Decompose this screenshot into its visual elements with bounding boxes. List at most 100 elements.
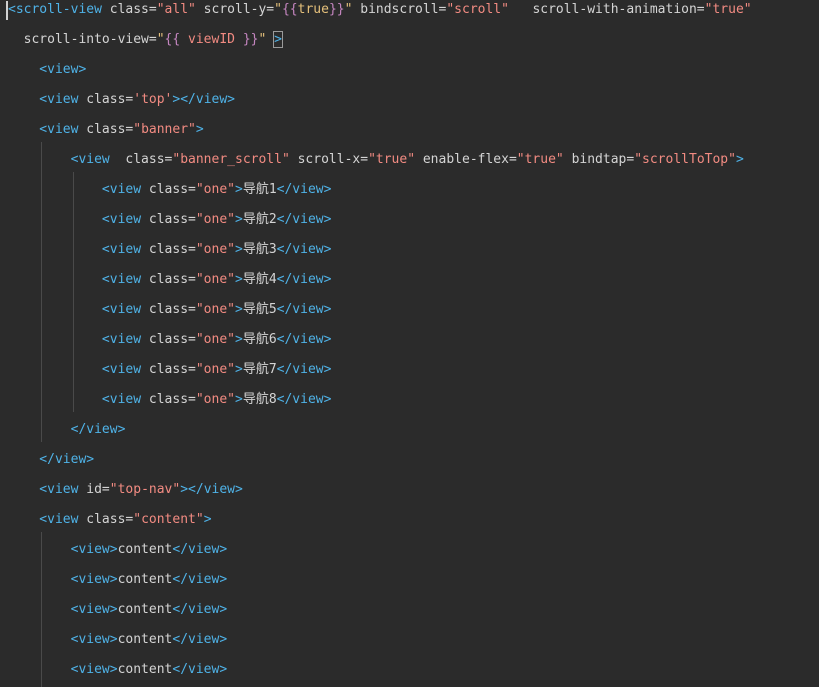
code-token: >	[235, 362, 243, 377]
code-token: <view	[8, 302, 142, 317]
code-token: content	[117, 632, 173, 647]
code-token: <view	[8, 392, 142, 407]
code-token: ></view>	[172, 92, 236, 107]
code-token: </view>	[276, 242, 332, 257]
code-line[interactable]: <view class="one">导航7</view>	[8, 360, 332, 390]
code-token: id=	[78, 482, 110, 497]
code-token: >	[235, 392, 243, 407]
code-token: bindscroll=	[352, 2, 447, 17]
code-token: "one"	[195, 212, 235, 227]
code-token: >	[203, 512, 212, 527]
code-token: <	[8, 2, 16, 17]
code-token: </view>	[276, 272, 332, 287]
code-token: class=	[78, 122, 134, 137]
code-line[interactable]: <view class='top'></view>	[8, 90, 235, 120]
code-token: 导航4	[242, 272, 277, 287]
code-token: scroll-view	[15, 2, 102, 17]
code-token: </view>	[276, 212, 332, 227]
code-line[interactable]: <view class="banner_scroll" scroll-x="tr…	[8, 150, 744, 180]
code-token: class=	[141, 272, 196, 287]
code-token: >	[235, 302, 243, 317]
code-token: 导航5	[242, 302, 277, 317]
code-token: {{	[281, 2, 298, 17]
code-line[interactable]: </view>	[8, 450, 94, 480]
code-token: "one"	[195, 362, 235, 377]
code-token: >	[273, 31, 283, 48]
code-token: "banner_scroll"	[172, 152, 290, 167]
code-line[interactable]: <view class="one">导航2</view>	[8, 210, 332, 240]
code-token: "true"	[368, 152, 416, 167]
code-token: "one"	[195, 182, 235, 197]
code-token: </view>	[172, 602, 228, 617]
code-token: </view>	[8, 452, 95, 467]
code-token: <view>	[8, 542, 118, 557]
code-line[interactable]: <view>content</view>	[8, 570, 228, 600]
code-token: "one"	[195, 302, 235, 317]
code-token: <view	[8, 122, 79, 137]
code-line[interactable]: <view class="one">导航8</view>	[8, 390, 332, 420]
code-line[interactable]: <scroll-view class="all" scroll-y="{{tru…	[8, 0, 752, 30]
code-line[interactable]: <view id="top-nav"></view>	[8, 480, 243, 510]
code-token: "content"	[133, 512, 204, 527]
code-token: <view	[8, 152, 110, 167]
code-token: </view>	[172, 542, 228, 557]
code-line[interactable]: <view>content</view>	[8, 540, 228, 570]
code-line[interactable]: <view class="content">	[8, 510, 212, 540]
code-token: </view>	[172, 662, 228, 677]
code-token: "	[274, 2, 282, 17]
code-token: scroll-with-animation=	[508, 2, 705, 17]
code-token: "one"	[195, 332, 235, 347]
code-line[interactable]: <view class="one">导航1</view>	[8, 180, 332, 210]
code-token: scroll-into-view=	[8, 32, 157, 47]
code-token: }}	[242, 32, 259, 47]
code-token: <view>	[8, 572, 118, 587]
code-token: bindtap=	[563, 152, 635, 167]
code-token: "true"	[704, 2, 752, 17]
code-line[interactable]: <view>	[8, 60, 86, 90]
code-line[interactable]: <view class="banner">	[8, 120, 204, 150]
code-token: scroll-y=	[195, 2, 275, 17]
code-editor[interactable]: <scroll-view class="all" scroll-y="{{tru…	[0, 0, 819, 687]
code-token: <view>	[8, 62, 87, 77]
code-line[interactable]: <view class="one">导航3</view>	[8, 240, 332, 270]
code-token: <view	[8, 512, 79, 527]
code-token: class=	[141, 332, 196, 347]
code-line[interactable]: <view>content</view>	[8, 600, 228, 630]
code-token: </view>	[172, 632, 228, 647]
code-token: 导航8	[242, 392, 277, 407]
code-token: class=	[141, 302, 196, 317]
code-token: content	[117, 572, 173, 587]
code-line[interactable]: <view class="one">导航4</view>	[8, 270, 332, 300]
code-token: class=	[141, 212, 196, 227]
code-token: </view>	[276, 182, 332, 197]
code-token: <view	[8, 272, 142, 287]
code-line[interactable]: <view class="one">导航6</view>	[8, 330, 332, 360]
code-token: <view>	[8, 602, 118, 617]
code-line[interactable]: scroll-into-view="{{ viewID }}" >	[8, 30, 283, 60]
code-token: >	[235, 182, 243, 197]
code-token: "all"	[156, 2, 196, 17]
code-token: viewID	[180, 32, 243, 47]
code-token: 导航1	[242, 182, 277, 197]
code-token: "one"	[195, 272, 235, 287]
code-token: "true"	[516, 152, 564, 167]
code-token: 导航2	[242, 212, 277, 227]
code-token: }}	[328, 2, 345, 17]
code-token: "one"	[195, 242, 235, 257]
code-token: >	[195, 122, 204, 137]
code-token: >	[235, 242, 243, 257]
code-token: <view	[8, 482, 79, 497]
code-token: class=	[101, 2, 157, 17]
code-token: </view>	[276, 392, 332, 407]
code-line[interactable]: </view>	[8, 420, 126, 450]
code-token: 'top'	[133, 92, 173, 107]
code-token: class=	[109, 152, 173, 167]
code-line[interactable]: <view class="one">导航5</view>	[8, 300, 332, 330]
code-token: <view>	[8, 632, 118, 647]
code-line[interactable]: <view>content</view>	[8, 630, 228, 660]
code-token: "top-nav"	[109, 482, 181, 497]
code-token: enable-flex=	[415, 152, 517, 167]
code-token: </view>	[8, 422, 126, 437]
code-token: scroll-x=	[289, 152, 369, 167]
code-line[interactable]: <view>content</view>	[8, 660, 228, 687]
